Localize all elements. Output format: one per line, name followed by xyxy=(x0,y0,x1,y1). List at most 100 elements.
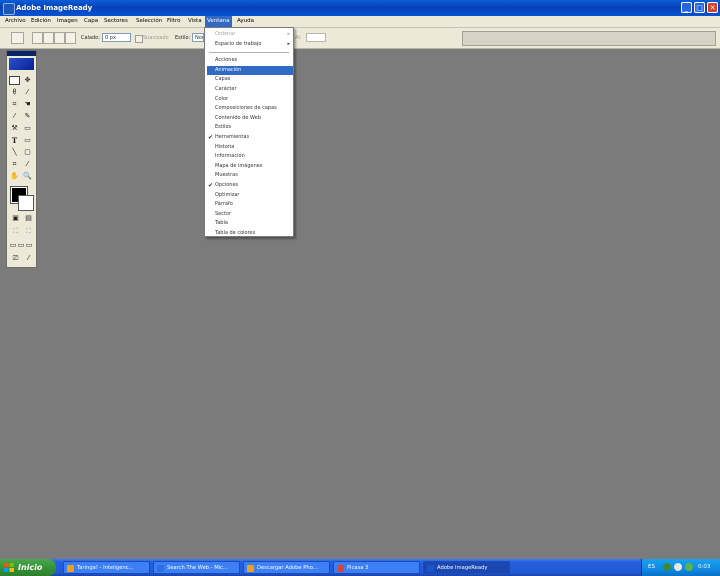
menu-item-label: Opciones xyxy=(215,182,239,188)
zoom-tool-icon[interactable]: 🔍 xyxy=(22,172,33,181)
menu-vista[interactable]: Vista xyxy=(186,16,204,27)
menu-archivo[interactable]: Archivo xyxy=(3,16,28,27)
network-icon[interactable] xyxy=(663,563,671,571)
magic-wand-tool-icon[interactable]: ⁄ xyxy=(22,88,33,97)
app-logo[interactable] xyxy=(9,58,34,70)
taskbar-button-label: Taringa! - Inteligenc... xyxy=(77,565,134,571)
minimize-button[interactable]: _ xyxy=(681,2,692,13)
menu-ventana[interactable]: Ventana xyxy=(205,16,232,27)
antialias-checkbox[interactable] xyxy=(135,35,143,43)
view-optimized-icon[interactable]: ▭ xyxy=(17,241,25,250)
intersect-selection-icon[interactable] xyxy=(65,32,76,44)
menu-item-capas[interactable]: Capas xyxy=(205,75,293,84)
view-original-icon[interactable]: ▭ xyxy=(9,241,17,250)
shape-tool-icon[interactable]: ▭ xyxy=(22,136,33,145)
menu-item-label: Espacio de trabajo xyxy=(215,40,262,47)
menu-item-espacio-de-trabajo[interactable]: Espacio de trabajo ▸ xyxy=(205,40,293,49)
slice-tool-icon[interactable]: ⌗ xyxy=(9,100,20,109)
menu-edicion[interactable]: Edición xyxy=(29,16,53,27)
subtract-selection-icon[interactable] xyxy=(54,32,65,44)
menu-item-label: Mapa de imágenes xyxy=(215,162,263,169)
menu-item-tabla-de-colores[interactable]: Tabla de colores xyxy=(205,229,293,238)
menu-item-contenido-de-web[interactable]: Contenido de Web xyxy=(205,114,293,123)
menu-seleccion[interactable]: Selección xyxy=(134,16,164,27)
brush-tool-icon[interactable]: ⁄ xyxy=(9,112,20,121)
start-button[interactable]: Inicio xyxy=(0,559,56,576)
taskbar-button[interactable]: Adobe ImageReady xyxy=(423,561,510,574)
move-tool-icon[interactable]: ✥ xyxy=(22,76,33,85)
menu-filtro[interactable]: Filtro xyxy=(165,16,182,27)
menu-item-opciones[interactable]: Opciones ✔ xyxy=(205,181,293,190)
menu-item-informacion[interactable]: Información xyxy=(205,152,293,161)
add-selection-icon[interactable] xyxy=(43,32,54,44)
language-indicator[interactable]: ES xyxy=(648,559,655,576)
antialias-label: Suavizado xyxy=(143,35,169,41)
toggle-slice-visibility-icon[interactable]: ▣ xyxy=(10,214,21,223)
menu-item-acciones[interactable]: Acciones xyxy=(205,56,293,65)
toolbox-header[interactable] xyxy=(7,51,36,56)
menu-item-animacion[interactable]: Animación xyxy=(207,65,293,75)
taskbar-button[interactable]: Search The Web - Mic... xyxy=(153,561,240,574)
menu-imagen[interactable]: Imagen xyxy=(55,16,80,27)
rect-marquee-tool-icon[interactable] xyxy=(9,76,20,85)
menu-item-label: Tabla xyxy=(215,220,228,227)
taskbar-button-label: Adobe ImageReady xyxy=(437,565,488,571)
style-select[interactable]: Normal xyxy=(192,33,204,42)
menu-item-muestras[interactable]: Muestras xyxy=(205,171,293,180)
feather-label: Calado: xyxy=(81,35,100,41)
menu-item-ordenar[interactable]: Ordenar ▸ xyxy=(205,30,293,39)
menu-item-label: Sector xyxy=(215,210,232,217)
eyedropper-tool-icon[interactable]: ⁄ xyxy=(22,160,33,169)
close-button[interactable]: ✕ xyxy=(707,2,718,13)
stamp-tool-icon[interactable]: ⚒ xyxy=(9,124,20,133)
background-color-swatch[interactable] xyxy=(18,195,34,211)
menu-ayuda[interactable]: Ayuda xyxy=(235,16,256,27)
lasso-tool-icon[interactable]: ϐ xyxy=(9,88,20,97)
menu-item-label: Párrafo xyxy=(215,201,233,208)
menu-item-label: Carácter xyxy=(215,86,237,92)
eraser-tool-icon[interactable]: ▭ xyxy=(22,124,33,133)
image-map-visibility-icon[interactable]: ▤ xyxy=(23,214,34,223)
menu-item-label: Capas xyxy=(215,76,231,83)
feather-input[interactable]: 0 px xyxy=(102,33,131,42)
hand-cursor-tool-icon[interactable]: ☚ xyxy=(22,100,33,109)
menu-item-mapa-de-imagenes[interactable]: Mapa de imágenes xyxy=(205,162,293,171)
menu-item-estilos[interactable]: Estilos xyxy=(205,123,293,132)
preview-document-icon[interactable]: ⛶ xyxy=(10,227,21,236)
menu-item-composiciones-de-capas[interactable]: Composiciones de capas xyxy=(205,104,293,113)
marquee-tool-icon[interactable] xyxy=(11,32,24,44)
windows-logo-icon xyxy=(4,563,14,572)
taskbar-button[interactable]: Picasa 3 xyxy=(333,561,420,574)
new-selection-icon[interactable] xyxy=(32,32,43,44)
hand-tool-icon[interactable]: ✋ xyxy=(9,172,20,181)
taskbar-button[interactable]: Descargar Adobe Pho... xyxy=(243,561,330,574)
line-tool-icon[interactable]: ╲ xyxy=(9,148,20,157)
security-icon[interactable] xyxy=(685,563,693,571)
type-tool-icon[interactable]: T xyxy=(9,136,20,145)
menu-sectores[interactable]: Sectores xyxy=(102,16,130,27)
menu-item-color[interactable]: Color xyxy=(205,95,293,104)
menu-item-optimizar[interactable]: Optimizar xyxy=(205,191,293,200)
preview-in-browser-icon[interactable]: ⎚ xyxy=(10,254,21,263)
view-2up-icon[interactable]: ▭ xyxy=(25,241,33,250)
jump-to-photoshop-icon[interactable]: ⁄ xyxy=(23,254,34,263)
menu-item-sector[interactable]: Sector xyxy=(205,210,293,219)
rounded-rect-tool-icon[interactable]: ▢ xyxy=(22,148,33,157)
menu-capa[interactable]: Capa xyxy=(82,16,100,27)
taskbar-button[interactable]: Taringa! - Inteligenc... xyxy=(63,561,150,574)
menu-item-tabla[interactable]: Tabla xyxy=(205,219,293,228)
menu-item-herramientas[interactable]: Herramientas ✔ xyxy=(205,133,293,142)
palette-well[interactable] xyxy=(462,31,716,46)
rollover-preview-icon[interactable]: ⛶ xyxy=(23,227,34,236)
volume-icon[interactable] xyxy=(674,563,682,571)
crop-tool-icon[interactable]: ⌗ xyxy=(9,160,20,169)
pencil-tool-icon[interactable]: ✎ xyxy=(22,112,33,121)
maximize-button[interactable]: □ xyxy=(694,2,705,13)
window-title: Adobe ImageReady xyxy=(16,4,93,12)
menu-item-caracter[interactable]: Carácter xyxy=(205,85,293,94)
height-input[interactable] xyxy=(306,33,326,42)
menu-item-historia[interactable]: Historia xyxy=(205,143,293,152)
menu-item-label: Herramientas xyxy=(215,134,250,140)
checkmark-icon: ✔ xyxy=(208,182,214,189)
menu-item-parrafo[interactable]: Párrafo xyxy=(205,200,293,209)
